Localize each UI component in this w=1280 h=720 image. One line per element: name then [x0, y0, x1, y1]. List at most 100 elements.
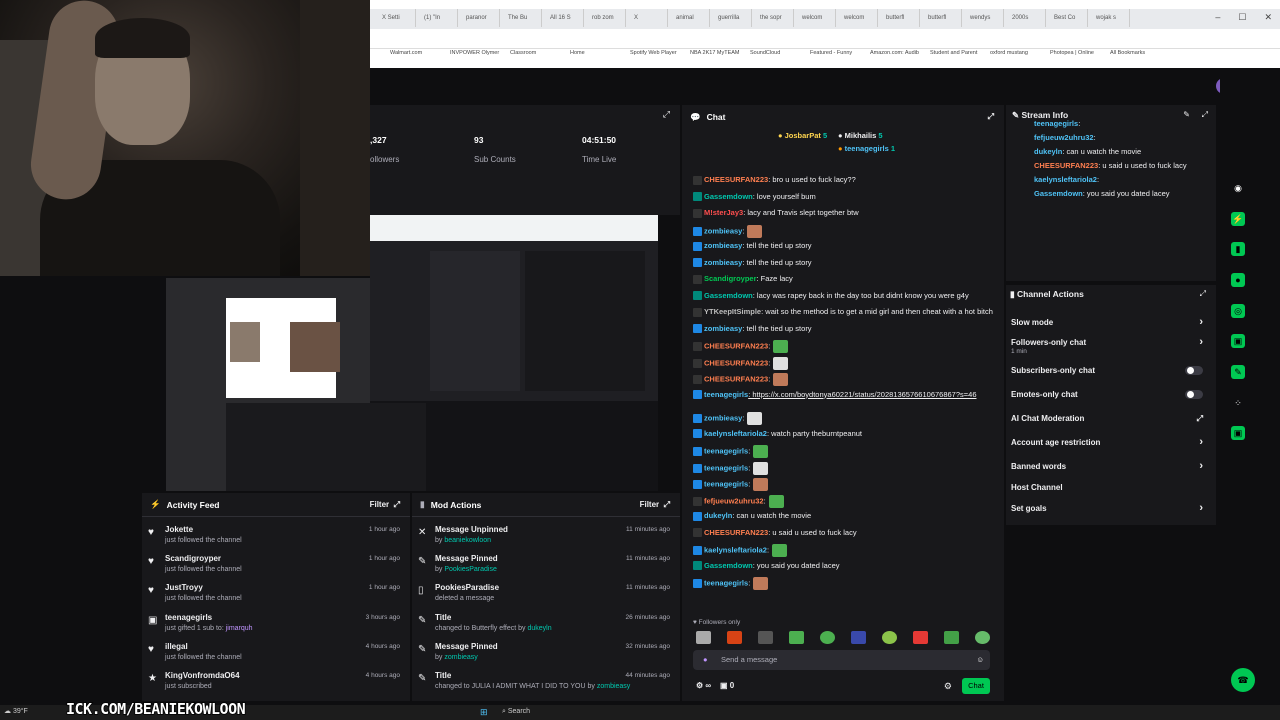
bookmark-item[interactable]: oxford mustang — [990, 50, 1046, 64]
feed-name[interactable]: teenagegirls — [165, 613, 212, 622]
bookmark-item[interactable]: All Bookmarks — [1110, 50, 1166, 64]
browser-tab[interactable]: rob zom — [586, 9, 626, 27]
channel-action-item[interactable]: Followers-only chat 1 min › — [1011, 336, 1211, 355]
feed-name[interactable]: Jokette — [165, 525, 193, 534]
chat-username[interactable]: CHEESURFAN223 — [704, 528, 768, 537]
trash-icon[interactable]: ▮ — [1231, 242, 1245, 256]
browser-tab[interactable]: the sopr — [754, 9, 794, 27]
browser-tab[interactable]: welcom — [796, 9, 836, 27]
emote-icon[interactable] — [913, 631, 928, 644]
chat-username[interactable]: fefjueuw2uhru32 — [704, 496, 764, 505]
bookmark-item[interactable]: Photopea | Online — [1050, 50, 1106, 64]
emote-icon[interactable] — [944, 631, 959, 644]
chat-username[interactable]: Gassemdown — [704, 561, 753, 570]
channel-action-item[interactable]: Host Channel — [1011, 483, 1211, 492]
channel-action-item[interactable]: Banned words › — [1011, 460, 1211, 472]
mod-action-target[interactable]: beaniekowloon — [444, 537, 491, 544]
browser-tab[interactable]: The Bu — [502, 9, 542, 27]
channel-action-item[interactable]: Subscribers-only chat — [1011, 366, 1211, 375]
channel-action-item[interactable]: Account age restriction › — [1011, 436, 1211, 448]
emote-icon[interactable] — [696, 631, 711, 644]
browser-tab[interactable]: welcom — [838, 9, 878, 27]
emote-icon[interactable] — [789, 631, 804, 644]
emote-icon[interactable] — [758, 631, 773, 644]
chat-username[interactable]: M!sterJay3 — [704, 208, 743, 217]
camera-icon[interactable]: ◉ — [1231, 181, 1245, 195]
mic-icon[interactable]: ● — [703, 650, 708, 670]
browser-tab[interactable]: (1) "In — [418, 9, 458, 27]
chat-username[interactable]: kaelynsleftariola2 — [704, 429, 767, 438]
browser-tab[interactable]: 2000s — [1006, 9, 1046, 27]
chat-username[interactable]: zombieasy — [704, 324, 742, 333]
chat-bubble-icon[interactable]: ● — [1231, 273, 1245, 287]
gift-icon[interactable]: ▣ — [1231, 426, 1245, 440]
wrench-icon[interactable]: ✎ — [1231, 365, 1245, 379]
chat-username[interactable]: teenagegirls — [704, 578, 748, 587]
chat-username[interactable]: Gassemdown — [704, 291, 753, 300]
weather-widget[interactable]: ☁ 39°F — [4, 707, 28, 715]
record-icon[interactable]: ▣ — [1231, 334, 1245, 348]
bookmark-item[interactable]: Home — [570, 50, 626, 64]
help-icon[interactable]: ☎ — [1231, 668, 1255, 692]
bookmark-item[interactable]: Walmart.com — [390, 50, 446, 64]
edit-icon[interactable]: ✎ — [1183, 110, 1190, 119]
leaderboard-name[interactable]: Mikhailis — [845, 131, 877, 140]
bookmark-item[interactable]: Featured - Funny — [810, 50, 866, 64]
bookmark-item[interactable]: Student and Parent — [930, 50, 986, 64]
feed-name[interactable]: JustTroyy — [165, 583, 203, 592]
channel-action-item[interactable]: Slow mode › — [1011, 316, 1211, 328]
taskbar-search[interactable]: ⌕ Search — [502, 708, 530, 716]
leaderboard-name[interactable]: JosbarPat — [785, 131, 821, 140]
channel-action-item[interactable]: Emotes-only chat — [1011, 390, 1211, 399]
emote-icon[interactable] — [851, 631, 866, 644]
broadcast-icon[interactable]: ◎ — [1231, 304, 1245, 318]
browser-tab[interactable]: animal — [670, 9, 710, 27]
close-icon[interactable]: ✕ — [1264, 12, 1272, 23]
chat-username[interactable]: zombieasy — [704, 258, 742, 267]
bookmark-item[interactable]: NBA 2K17 MyTEAM — [690, 50, 746, 64]
channel-action-item[interactable]: AI Chat Moderation ⤢ — [1011, 414, 1211, 423]
settings-icon[interactable]: ⚙ — [944, 681, 952, 692]
chat-username[interactable]: CHEESURFAN223 — [704, 341, 768, 350]
minimize-icon[interactable]: – — [1215, 12, 1220, 23]
chat-username[interactable]: zombieasy — [704, 226, 742, 235]
chat-username[interactable]: kaelynsleftariola2 — [704, 545, 767, 554]
chat-username[interactable]: teenagegirls — [704, 390, 748, 399]
browser-tab[interactable]: paranor — [460, 9, 500, 27]
dots-icon[interactable]: ⁘ — [1231, 396, 1245, 410]
chat-username[interactable]: teenagegirls — [704, 446, 748, 455]
bookmark-item[interactable]: Spotify Web Player — [630, 50, 686, 64]
chat-username[interactable]: dukeyln — [704, 511, 732, 520]
chat-username[interactable]: CHEESURFAN223 — [704, 374, 768, 383]
emote-icon[interactable] — [820, 631, 835, 644]
chat-username[interactable]: teenagegirls — [704, 479, 748, 488]
browser-tab[interactable]: wojak s — [1090, 9, 1130, 27]
chat-username[interactable]: YTKeepItSimple — [704, 307, 761, 316]
feed-sub-target[interactable]: jimarquh — [226, 625, 253, 632]
browser-tab[interactable]: X Setti — [376, 9, 416, 27]
emote-icon[interactable] — [882, 631, 897, 644]
mod-action-target[interactable]: zombieasy — [444, 654, 477, 661]
mod-filter-button[interactable]: Filter ⤢ — [640, 500, 670, 510]
channel-action-item[interactable]: Set goals › — [1011, 502, 1211, 514]
browser-tab[interactable]: wendys — [964, 9, 1004, 27]
chat-username[interactable]: zombieasy — [704, 413, 742, 422]
popout-icon[interactable]: ⤢ — [663, 109, 670, 120]
browser-tab[interactable]: butterfl — [880, 9, 920, 27]
chat-username[interactable]: Gassemdown — [704, 192, 753, 201]
chat-username[interactable]: CHEESURFAN223 — [704, 175, 768, 184]
browser-tab[interactable]: guerrilla — [712, 9, 752, 27]
bookmark-item[interactable]: Amazon.com: Audib — [870, 50, 926, 64]
mod-action-target[interactable]: dukeyln — [527, 625, 551, 632]
popout-icon[interactable]: ⤢ — [1200, 289, 1206, 299]
mod-action-target[interactable]: PookiesParadise — [444, 566, 497, 573]
chat-username[interactable]: teenagegirls — [704, 463, 748, 472]
emote-icon[interactable] — [975, 631, 990, 644]
browser-tab[interactable]: All 16 S — [544, 9, 584, 27]
bolt-icon[interactable]: ⚡ — [1231, 212, 1245, 226]
bookmark-item[interactable]: INVPOWER Olymer — [450, 50, 506, 64]
popout-icon[interactable]: ⤢ — [988, 112, 994, 122]
windows-start-icon[interactable]: ⊞ — [480, 707, 488, 718]
emoji-icon[interactable]: ☺ — [976, 650, 984, 670]
leaderboard-name[interactable]: teenagegirls — [845, 144, 889, 153]
